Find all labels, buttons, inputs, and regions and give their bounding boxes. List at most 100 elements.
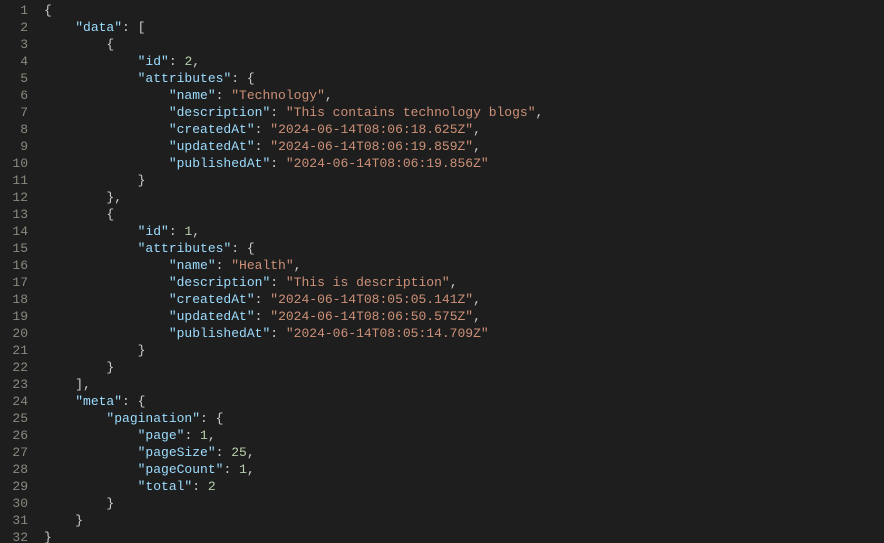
line-number: 2 [0, 19, 28, 36]
json-string: "2024-06-14T08:06:19.856Z" [286, 156, 489, 171]
line-number: 26 [0, 427, 28, 444]
line-number: 9 [0, 138, 28, 155]
code-line: "id": 1, [44, 223, 543, 240]
code-line: "publishedAt": "2024-06-14T08:06:19.856Z… [44, 155, 543, 172]
code-line: { [44, 36, 543, 53]
punctuation: , [247, 462, 255, 477]
code-line: "data": [ [44, 19, 543, 36]
code-line: "description": "This contains technology… [44, 104, 543, 121]
punctuation: , [83, 377, 91, 392]
json-string: "2024-06-14T08:06:18.625Z" [270, 122, 473, 137]
code-line: }, [44, 189, 543, 206]
code-line: "page": 1, [44, 427, 543, 444]
json-key: "pagination" [106, 411, 200, 426]
json-number: 1 [200, 428, 208, 443]
code-line: } [44, 172, 543, 189]
code-line: "name": "Technology", [44, 87, 543, 104]
punctuation: : [192, 479, 208, 494]
punctuation: ] [75, 377, 83, 392]
line-number: 12 [0, 189, 28, 206]
json-key: "updatedAt" [169, 309, 255, 324]
punctuation: : [270, 275, 286, 290]
punctuation: : [255, 309, 271, 324]
punctuation: { [44, 3, 52, 18]
punctuation: : [270, 156, 286, 171]
json-number: 2 [208, 479, 216, 494]
code-line: "total": 2 [44, 478, 543, 495]
json-string: "2024-06-14T08:06:19.859Z" [270, 139, 473, 154]
line-number: 20 [0, 325, 28, 342]
punctuation: , [294, 258, 302, 273]
line-number: 13 [0, 206, 28, 223]
punctuation: , [473, 309, 481, 324]
json-string: "Technology" [231, 88, 325, 103]
punctuation: , [536, 105, 544, 120]
punctuation: : [270, 326, 286, 341]
line-number: 29 [0, 478, 28, 495]
json-string: "This is description" [286, 275, 450, 290]
line-number: 7 [0, 104, 28, 121]
json-key: "updatedAt" [169, 139, 255, 154]
code-line: } [44, 359, 543, 376]
json-key: "createdAt" [169, 122, 255, 137]
json-key: "publishedAt" [169, 156, 270, 171]
code-line: "pageSize": 25, [44, 444, 543, 461]
line-number: 3 [0, 36, 28, 53]
punctuation: } [44, 530, 52, 543]
line-number: 1 [0, 2, 28, 19]
line-number: 28 [0, 461, 28, 478]
punctuation: : [270, 105, 286, 120]
punctuation: , [208, 428, 216, 443]
line-number: 23 [0, 376, 28, 393]
code-area[interactable]: { "data": [ { "id": 2, "attributes": { "… [38, 0, 543, 543]
json-key: "id" [138, 54, 169, 69]
line-number: 10 [0, 155, 28, 172]
punctuation: , [473, 139, 481, 154]
line-number: 21 [0, 342, 28, 359]
json-string: "This contains technology blogs" [286, 105, 536, 120]
punctuation: , [247, 445, 255, 460]
code-line: "pagination": { [44, 410, 543, 427]
json-key: "total" [138, 479, 193, 494]
line-number: 14 [0, 223, 28, 240]
line-number: 11 [0, 172, 28, 189]
punctuation: { [106, 37, 114, 52]
json-key: "name" [169, 258, 216, 273]
punctuation: } [106, 496, 114, 511]
code-line: "pageCount": 1, [44, 461, 543, 478]
json-key: "attributes" [138, 241, 232, 256]
punctuation: , [114, 190, 122, 205]
code-line: "updatedAt": "2024-06-14T08:06:19.859Z", [44, 138, 543, 155]
punctuation: : [216, 88, 232, 103]
code-line: "createdAt": "2024-06-14T08:05:05.141Z", [44, 291, 543, 308]
json-key: "attributes" [138, 71, 232, 86]
json-key: "page" [138, 428, 185, 443]
json-string: "2024-06-14T08:06:50.575Z" [270, 309, 473, 324]
json-key: "id" [138, 224, 169, 239]
code-line: } [44, 342, 543, 359]
code-line: } [44, 512, 543, 529]
punctuation: , [325, 88, 333, 103]
punctuation: : [255, 292, 271, 307]
punctuation: : [255, 122, 271, 137]
json-editor: 1234567891011121314151617181920212223242… [0, 0, 884, 543]
code-line: "id": 2, [44, 53, 543, 70]
line-number: 31 [0, 512, 28, 529]
punctuation: : [223, 462, 239, 477]
json-number: 1 [239, 462, 247, 477]
line-number: 22 [0, 359, 28, 376]
line-number: 24 [0, 393, 28, 410]
line-number: 18 [0, 291, 28, 308]
json-string: "Health" [231, 258, 293, 273]
punctuation: , [192, 224, 200, 239]
code-line: } [44, 529, 543, 543]
line-number: 32 [0, 529, 28, 543]
punctuation: : { [231, 241, 254, 256]
punctuation: , [192, 54, 200, 69]
punctuation: : { [231, 71, 254, 86]
code-line: "attributes": { [44, 70, 543, 87]
json-string: "2024-06-14T08:05:14.709Z" [286, 326, 489, 341]
punctuation: , [473, 122, 481, 137]
json-key: "description" [169, 105, 270, 120]
code-line: } [44, 495, 543, 512]
